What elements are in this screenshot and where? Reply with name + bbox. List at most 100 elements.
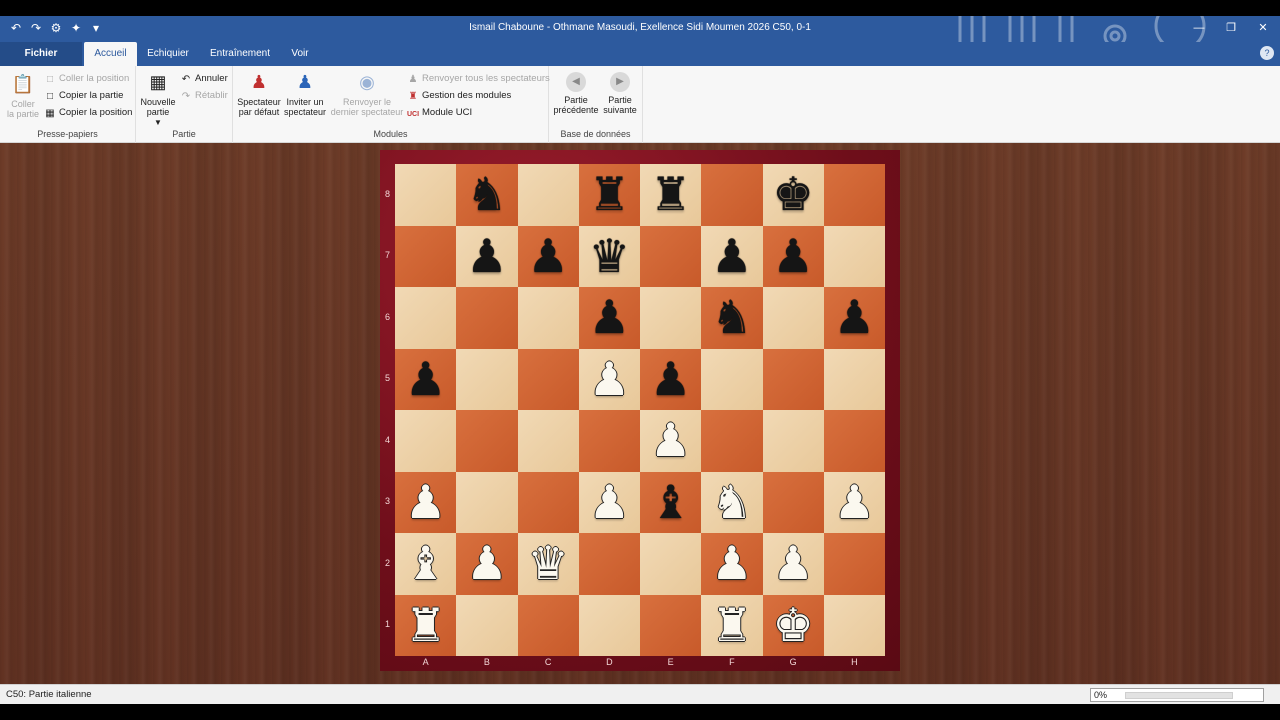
square-e1[interactable]: [640, 594, 702, 656]
white-pawn-icon[interactable]: ♟: [456, 533, 517, 595]
next-game-button[interactable]: ▶ Partie suivante: [599, 72, 641, 115]
redo-label: Rétablir: [195, 90, 228, 101]
square-d1[interactable]: [578, 594, 640, 656]
previous-game-button[interactable]: ◀ Partie précédente: [553, 72, 599, 115]
white-king-icon[interactable]: ♚: [763, 595, 824, 657]
square-a4[interactable]: [395, 410, 457, 472]
black-queen-icon[interactable]: ♛: [579, 226, 640, 288]
square-c4[interactable]: [517, 410, 579, 472]
top-letterbox: [0, 0, 1280, 16]
square-b1[interactable]: [456, 594, 518, 656]
square-h4[interactable]: [823, 410, 885, 472]
group-database: ◀ Partie précédente ▶ Partie suivante Ba…: [549, 66, 643, 143]
dismiss-all-spectators-button[interactable]: ♟ Renvoyer tous les spectateurs: [407, 72, 550, 86]
square-b5[interactable]: [456, 348, 518, 410]
default-spectator-button[interactable]: ♟ Spectateur par défaut: [236, 70, 282, 117]
chessboard[interactable]: ♞ ♜ ♜ ♚ ♟ ♟ ♛ ♟ ♟ ♟ ♞ ♟ ♟ ♟ ♟ ♟ ♟ ♟ ♝ ♞ ♟ ♝ ♟ ♛ ♟ ♟ ♜ ♜ ♚: [395, 164, 885, 656]
black-pawn-icon[interactable]: ♟: [579, 287, 640, 349]
tab-home[interactable]: Accueil: [84, 42, 137, 66]
square-g4[interactable]: [762, 410, 824, 472]
square-d2[interactable]: [578, 533, 640, 595]
square-a7[interactable]: [395, 225, 457, 287]
black-pawn-icon[interactable]: ♟: [518, 226, 579, 288]
paste-position-button[interactable]: □ Coller la position: [44, 72, 129, 86]
square-b6[interactable]: [456, 287, 518, 349]
white-queen-icon[interactable]: ♛: [518, 533, 579, 595]
group-label-database: Base de données: [560, 129, 631, 139]
undo-arrow-icon: ↶: [181, 74, 191, 85]
file-label: D: [606, 657, 613, 667]
black-king-icon[interactable]: ♚: [763, 164, 824, 226]
black-pawn-icon[interactable]: ♟: [395, 349, 456, 411]
square-e6[interactable]: [640, 287, 702, 349]
uci-module-label: Module UCI: [422, 107, 473, 118]
square-g6[interactable]: [762, 287, 824, 349]
square-c1[interactable]: [517, 594, 579, 656]
black-knight-icon[interactable]: ♞: [701, 287, 762, 349]
help-icon[interactable]: ?: [1260, 46, 1274, 60]
black-bishop-icon[interactable]: ♝: [640, 472, 701, 534]
square-h5[interactable]: [823, 348, 885, 410]
square-c5[interactable]: [517, 348, 579, 410]
bottom-letterbox: [0, 704, 1280, 720]
tab-view[interactable]: Voir: [282, 42, 318, 66]
square-f5[interactable]: [701, 348, 763, 410]
square-e7[interactable]: [640, 225, 702, 287]
black-pawn-icon[interactable]: ♟: [456, 226, 517, 288]
square-c6[interactable]: [517, 287, 579, 349]
invite-spectator-button[interactable]: ♟ Inviter un spectateur: [283, 70, 327, 117]
new-game-dropdown-icon: ▼: [154, 118, 162, 127]
square-a8[interactable]: [395, 164, 457, 226]
dismiss-last-spectator-button[interactable]: ◉ Renvoyer le dernier spectateur: [329, 70, 405, 117]
square-d4[interactable]: [578, 410, 640, 472]
new-game-button[interactable]: ▦ Nouvelle partie ▼: [138, 70, 178, 128]
square-b4[interactable]: [456, 410, 518, 472]
file-label: E: [667, 657, 674, 667]
square-c3[interactable]: [517, 471, 579, 533]
white-rook-icon[interactable]: ♜: [701, 595, 762, 657]
square-e2[interactable]: [640, 533, 702, 595]
black-rook-icon[interactable]: ♜: [640, 164, 701, 226]
square-g3[interactable]: [762, 471, 824, 533]
white-knight-icon[interactable]: ♞: [701, 472, 762, 534]
copy-game-button[interactable]: □ Copier la partie: [44, 89, 123, 103]
white-rook-icon[interactable]: ♜: [395, 595, 456, 657]
square-h7[interactable]: [823, 225, 885, 287]
square-f4[interactable]: [701, 410, 763, 472]
black-rook-icon[interactable]: ♜: [579, 164, 640, 226]
manage-modules-label: Gestion des modules: [422, 90, 512, 101]
square-h1[interactable]: [823, 594, 885, 656]
black-knight-icon[interactable]: ♞: [456, 164, 517, 226]
opening-name: C50: Partie italienne: [6, 689, 92, 700]
white-pawn-icon[interactable]: ♟: [640, 410, 701, 472]
undo-button[interactable]: ↶ Annuler: [180, 72, 228, 86]
white-pawn-icon[interactable]: ♟: [395, 472, 456, 534]
tab-file[interactable]: Fichier: [0, 42, 82, 66]
white-pawn-icon[interactable]: ♟: [763, 533, 824, 595]
paste-game-button[interactable]: 📋 Coller la partie: [4, 72, 42, 119]
black-pawn-icon[interactable]: ♟: [824, 287, 885, 349]
square-g5[interactable]: [762, 348, 824, 410]
uci-module-button[interactable]: UCI Module UCI: [407, 106, 472, 120]
copy-position-button[interactable]: ▦ Copier la position: [44, 106, 132, 120]
uci-icon: UCI: [407, 111, 420, 118]
white-pawn-icon[interactable]: ♟: [579, 349, 640, 411]
white-pawn-icon[interactable]: ♟: [701, 533, 762, 595]
tab-board[interactable]: Echiquier: [140, 42, 196, 66]
black-pawn-icon[interactable]: ♟: [701, 226, 762, 288]
white-pawn-icon[interactable]: ♟: [579, 472, 640, 534]
black-pawn-icon[interactable]: ♟: [763, 226, 824, 288]
black-pawn-icon[interactable]: ♟: [640, 349, 701, 411]
white-bishop-icon[interactable]: ♝: [395, 533, 456, 595]
square-f8[interactable]: [701, 164, 763, 226]
white-pawn-icon[interactable]: ♟: [824, 472, 885, 534]
default-spectator-label: Spectateur par défaut: [237, 97, 281, 117]
square-b3[interactable]: [456, 471, 518, 533]
manage-modules-button[interactable]: ♜ Gestion des modules: [407, 89, 512, 103]
redo-button[interactable]: ↷ Rétablir: [180, 89, 228, 103]
square-a6[interactable]: [395, 287, 457, 349]
square-h8[interactable]: [823, 164, 885, 226]
square-c8[interactable]: [517, 164, 579, 226]
square-h2[interactable]: [823, 533, 885, 595]
tab-training[interactable]: Entraînement: [204, 42, 276, 66]
